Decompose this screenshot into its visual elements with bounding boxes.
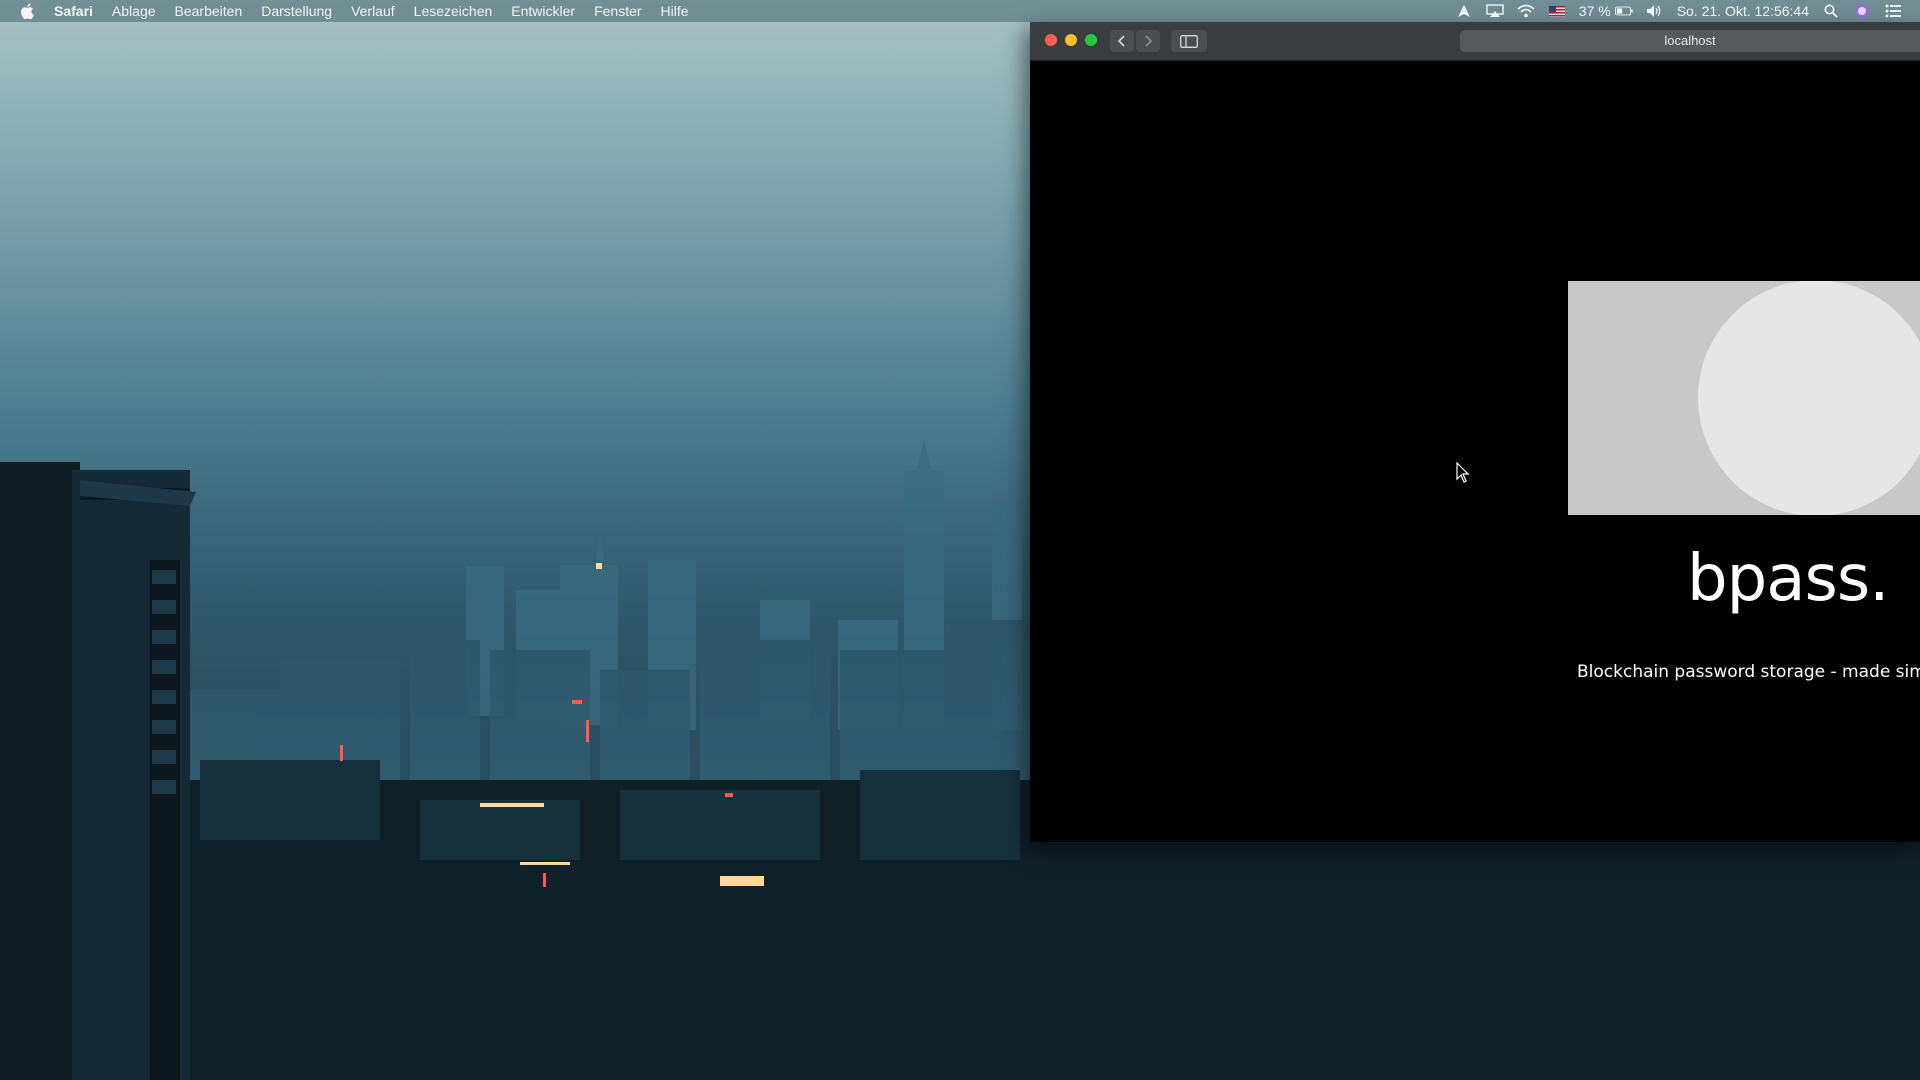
tagline: Blockchain password storage - made simpl… xyxy=(1577,662,1920,682)
location-arrow-icon[interactable] xyxy=(1455,2,1473,20)
menu-verlauf[interactable]: Verlauf xyxy=(351,0,395,22)
address-bar[interactable]: localhost xyxy=(1460,30,1920,52)
menu-entwickler[interactable]: Entwickler xyxy=(511,0,575,22)
bpass-logo xyxy=(1568,281,1920,515)
menu-ablage[interactable]: Ablage xyxy=(112,0,156,22)
sidebar-icon xyxy=(1180,34,1198,48)
airplay-icon[interactable] xyxy=(1486,2,1504,20)
siri-icon[interactable] xyxy=(1853,2,1871,20)
menu-bar: Safari Ablage Bearbeiten Darstellung Ver… xyxy=(0,0,1920,22)
menu-fenster[interactable]: Fenster xyxy=(594,0,641,22)
forward-button[interactable] xyxy=(1136,30,1160,52)
maximize-icon[interactable] xyxy=(1085,34,1097,46)
battery-percent[interactable]: 37 % xyxy=(1579,0,1611,22)
web-page: bpass. Blockchain password storage - mad… xyxy=(1030,61,1920,842)
spotlight-search-icon[interactable] xyxy=(1822,2,1840,20)
menu-bar-clock[interactable]: So. 21. Okt. 12:56:44 xyxy=(1677,0,1809,22)
mouse-cursor-icon xyxy=(1456,462,1470,483)
chevron-right-icon xyxy=(1145,35,1153,47)
us-flag-icon[interactable] xyxy=(1548,2,1566,20)
battery-icon[interactable] xyxy=(1614,2,1633,20)
safari-window: localhost bpass. Blockchain password sto… xyxy=(1030,22,1920,842)
chevron-left-icon xyxy=(1117,35,1125,47)
logo-circle xyxy=(1698,281,1920,515)
close-icon[interactable] xyxy=(1045,34,1057,46)
back-button[interactable] xyxy=(1110,30,1134,52)
menu-hilfe[interactable]: Hilfe xyxy=(661,0,689,22)
apple-icon[interactable] xyxy=(18,0,36,22)
volume-icon[interactable] xyxy=(1646,2,1664,20)
brand-title: bpass. xyxy=(1687,542,1890,616)
sidebar-toggle-button[interactable] xyxy=(1171,30,1207,52)
minimize-icon[interactable] xyxy=(1065,34,1077,46)
menu-bearbeiten[interactable]: Bearbeiten xyxy=(175,0,243,22)
desktop: Safari Ablage Bearbeiten Darstellung Ver… xyxy=(0,0,1920,1080)
menu-lesezeichen[interactable]: Lesezeichen xyxy=(414,0,493,22)
menu-app-safari[interactable]: Safari xyxy=(54,0,93,22)
notification-center-icon[interactable] xyxy=(1884,2,1902,20)
address-text: localhost xyxy=(1664,33,1716,48)
menu-darstellung[interactable]: Darstellung xyxy=(261,0,332,22)
window-toolbar: localhost xyxy=(1030,22,1920,61)
wifi-icon[interactable] xyxy=(1517,2,1535,20)
